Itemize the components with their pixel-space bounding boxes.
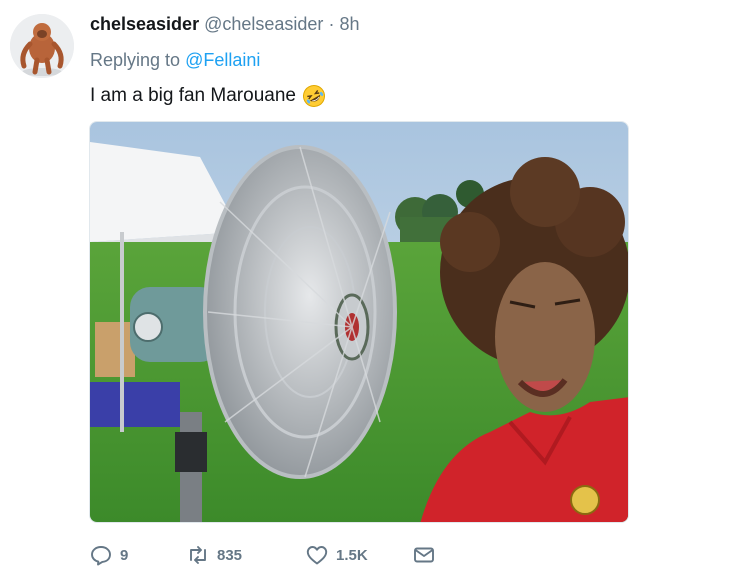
orangutan-avatar-image [10, 14, 74, 78]
tweet-text-body: I am a big fan Marouane [90, 85, 296, 106]
tweet-header: chelseasider @chelseasider · 8h [90, 14, 360, 35]
reply-icon [91, 546, 111, 566]
timestamp[interactable]: 8h [339, 14, 359, 34]
envelope-icon [414, 547, 434, 563]
rolling-on-floor-laughing-emoji-icon [302, 84, 326, 108]
like-count: 1.5K [336, 546, 368, 564]
fan-photo [90, 122, 628, 522]
tweet-actions: 9 835 1.5K [89, 540, 489, 570]
display-name[interactable]: chelseasider [90, 14, 199, 34]
separator-dot: · [328, 14, 335, 34]
like-button[interactable]: 1.5K [305, 540, 368, 570]
tweet-card: chelseasider @chelseasider · 8h Replying… [0, 0, 750, 582]
replying-to-line: Replying to @Fellaini [90, 50, 260, 71]
user-handle[interactable]: @chelseasider [204, 14, 323, 34]
reply-button[interactable]: 9 [89, 540, 128, 570]
tweet-media-image[interactable] [89, 121, 629, 523]
avatar[interactable] [10, 14, 74, 78]
heart-icon [306, 546, 328, 565]
retweet-icon [190, 546, 206, 564]
reply-count: 9 [120, 546, 129, 564]
retweet-button[interactable]: 835 [186, 540, 242, 570]
retweet-count: 835 [217, 546, 243, 564]
direct-message-button[interactable] [412, 540, 436, 570]
tweet-text: I am a big fan Marouane [90, 84, 326, 108]
replying-prefix: Replying to [90, 50, 181, 70]
replying-to-mention[interactable]: @Fellaini [185, 50, 260, 70]
